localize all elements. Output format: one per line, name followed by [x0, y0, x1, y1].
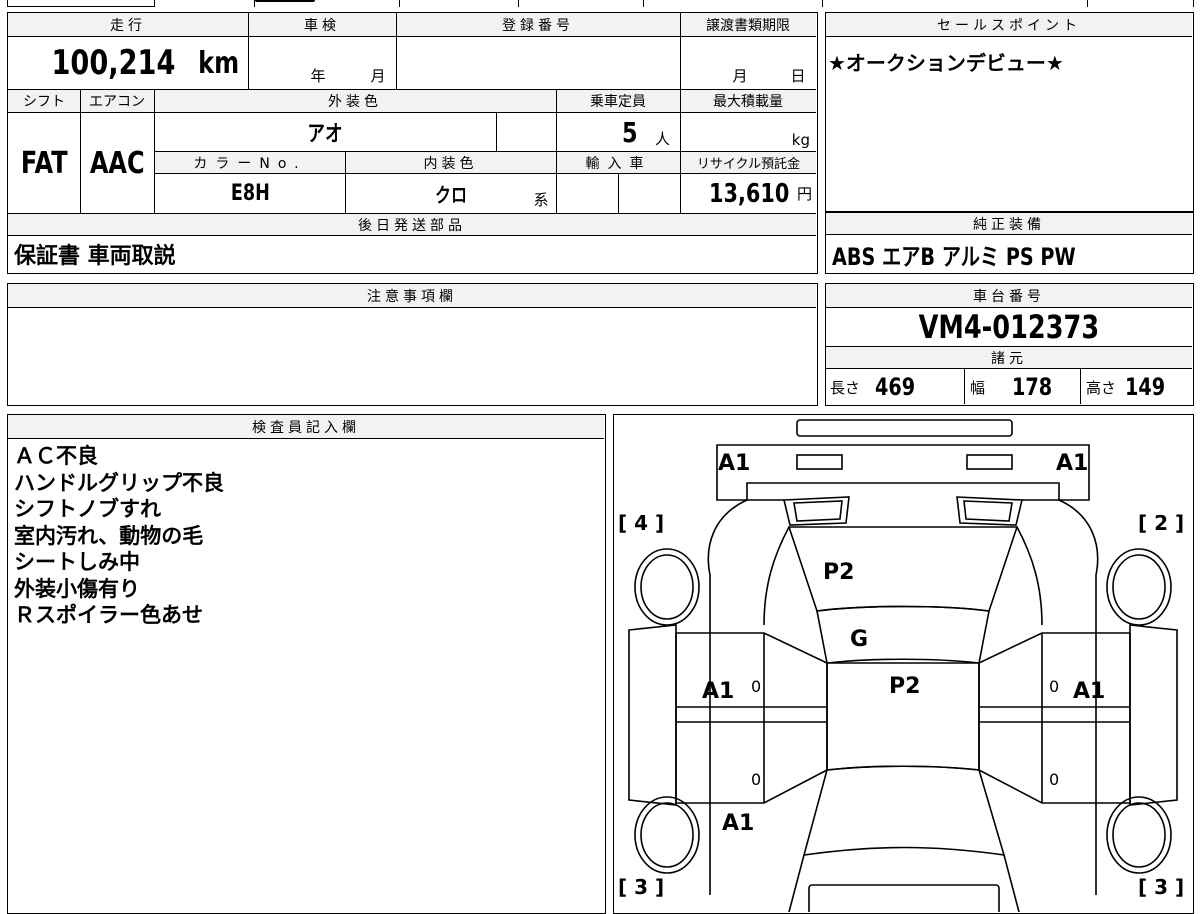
note-line: ＡＣ不良 — [14, 444, 98, 468]
transfer-deadline-header: 譲渡書類期限 — [680, 13, 816, 37]
note-line: シフトノブすれ — [14, 497, 161, 521]
equipment-value: ABS エアB アルミ PS PW — [832, 242, 1076, 271]
aircon-header: エアコン — [80, 90, 154, 113]
sales-point-text: ★オークションデビュー★ — [828, 51, 1064, 75]
tire-right-rear: [ 3 ] — [1138, 875, 1185, 899]
note-line: シートしみ中 — [14, 550, 140, 574]
exterior-color-value: アオ — [307, 122, 343, 147]
inspector-notes: ＡＣ不良 ハンドルグリップ不良 シフトノブすれ 室内汚れ、動物の毛 シートしみ中… — [14, 443, 224, 629]
max-load-value: kg — [791, 131, 810, 149]
aircon-value: AAC — [89, 145, 145, 181]
spec-height: 高さ 149 — [1086, 373, 1166, 401]
deadline-month-label: 月 — [732, 66, 748, 85]
chassis-no-value: VM4-012373 — [918, 308, 1100, 346]
note-line: Ｒスポイラー色あせ — [14, 603, 203, 627]
tire-left-rear: [ 3 ] — [618, 875, 665, 899]
inspector-header: 検査員記入欄 — [8, 415, 604, 439]
interior-color-suffix: 系 — [533, 190, 549, 209]
damage-front-left: A1 — [718, 451, 751, 476]
sales-point-box: セールスポイント ★オークションデビュー★ — [825, 12, 1194, 212]
note-line: ハンドルグリップ不良 — [14, 470, 224, 495]
chassis-no-header: 車台番号 — [826, 284, 1192, 308]
interior-color-value: クロ — [434, 183, 467, 207]
damage-rear-left: A1 — [722, 811, 755, 836]
marker-zero: 0 — [1049, 677, 1060, 696]
damage-hood: P2 — [823, 560, 855, 585]
spec-length: 長さ 469 — [830, 373, 916, 401]
import-car-value — [557, 174, 680, 213]
shift-value: FAT — [20, 145, 68, 181]
interior-color-header: 内装色 — [345, 152, 556, 174]
note-line: 室内汚れ、動物の毛 — [14, 523, 204, 548]
damage-front-right: A1 — [1056, 451, 1089, 476]
registration-header: 登録番号 — [396, 13, 680, 37]
equipment-box: 純正装備 ABS エアB アルミ PS PW — [825, 212, 1194, 274]
exterior-color-header: 外装色 — [154, 90, 556, 113]
deadline-day-label: 日 — [790, 66, 806, 85]
shaken-month-label: 月 — [370, 66, 386, 85]
damage-windshield: G — [850, 627, 869, 652]
caution-box: 注意事項欄 — [7, 283, 818, 406]
caution-header: 注意事項欄 — [8, 284, 816, 308]
max-load-header: 最大積載量 — [680, 90, 816, 113]
tire-left-front: [ 4 ] — [618, 511, 665, 535]
later-parts-header: 後日発送部品 — [8, 214, 816, 236]
color-no-header: カラーNo. — [155, 152, 345, 174]
sales-point-header: セールスポイント — [826, 13, 1192, 37]
car-diagram — [628, 419, 1178, 912]
capacity-value: 5 人 — [621, 116, 670, 149]
shaken-header: 車検 — [248, 13, 396, 37]
recycle-fee-value: 13,610 円 — [708, 178, 812, 209]
damage-right-door: A1 — [1073, 679, 1106, 704]
mileage-header: 走行 — [8, 13, 248, 37]
top-clipped-row — [7, 0, 1194, 7]
chassis-specs-box: 車台番号 VM4-012373 諸元 長さ 469 幅 178 高さ 149 — [825, 283, 1194, 406]
registration-value — [396, 37, 680, 89]
tire-right-front: [ 2 ] — [1138, 511, 1185, 535]
vehicle-info-table: 走行 車検 登録番号 譲渡書類期限 100,214 km 年 月 月 日 シフト… — [7, 12, 818, 274]
spec-width: 幅 178 — [970, 373, 1053, 401]
damage-left-door: A1 — [702, 679, 735, 704]
inspector-box: 検査員記入欄 ＡＣ不良 ハンドルグリップ不良 シフトノブすれ 室内汚れ、動物の毛… — [7, 414, 606, 914]
marker-zero: 0 — [751, 770, 762, 789]
car-diagram-box: A1 A1 [ 4 ] [ 2 ] P2 G P2 A1 A1 A1 0 0 0… — [613, 414, 1194, 914]
note-line: 外装小傷有り — [14, 576, 140, 601]
damage-roof: P2 — [889, 674, 921, 699]
marker-zero: 0 — [1049, 770, 1060, 789]
shaken-year-label: 年 — [310, 66, 326, 85]
mileage-value: 100,214 km — [51, 43, 239, 83]
equipment-header: 純正装備 — [826, 213, 1192, 235]
capacity-header: 乗車定員 — [556, 90, 680, 113]
recycle-fee-header: リサイクル預託金 — [681, 152, 816, 174]
specs-header: 諸元 — [826, 347, 1192, 369]
color-no-value: E8H — [230, 181, 270, 206]
marker-zero: 0 — [751, 677, 762, 696]
shift-header: シフト — [8, 90, 80, 113]
later-parts-value: 保証書 車両取説 — [14, 244, 176, 269]
import-car-header: 輸入車 — [557, 152, 680, 174]
